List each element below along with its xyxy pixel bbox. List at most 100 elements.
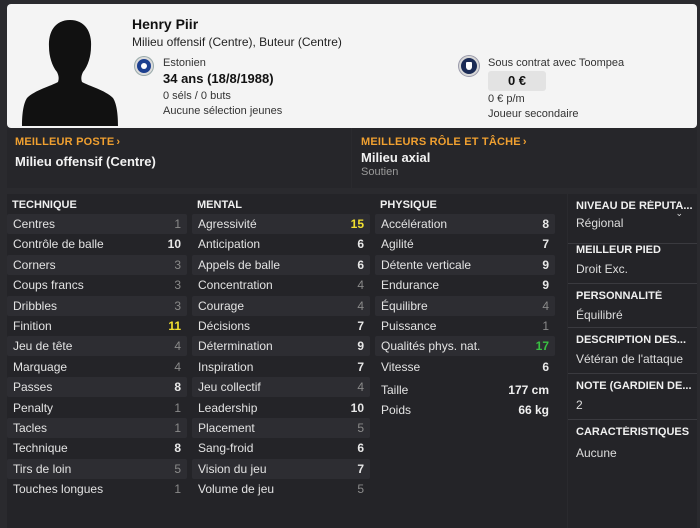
physical-attribute-row[interactable]: Agilité 7 [375,234,555,254]
technical-attribute-row[interactable]: Corners 3 [7,254,187,275]
weight-value: 66 kg [518,403,549,417]
contract-club[interactable]: Sous contrat avec Toompea [488,57,624,69]
attribute-label: Placement [198,421,255,435]
technical-attribute-row[interactable]: Marquage 4 [7,357,187,377]
attribute-label: Contrôle de balle [13,237,104,252]
best-role-title: MEILLEURS RÔLE ET TÂCHE [361,136,521,148]
attribute-label: Décisions [198,319,251,333]
attribute-value: 5 [174,461,181,476]
gk-rating-block: NOTE (GARDIEN DE... 2 [568,374,697,420]
mental-title: MENTAL [197,199,243,211]
height-row: Taille 177 cm [375,380,555,400]
mental-attribute-row[interactable]: Détermination 9 [192,336,370,357]
attribute-label: Volume de jeu [198,482,275,497]
nationality-flag-icon[interactable] [135,57,153,75]
attribute-label: Endurance [381,278,440,293]
mental-attribute-row[interactable]: Leadership 10 [192,398,370,418]
attribute-value: 6 [357,441,364,456]
attribute-label: Équilibre [381,298,428,313]
technical-attribute-row[interactable]: Penalty 1 [7,398,187,418]
attribute-value: 1 [174,217,181,231]
technical-attribute-row[interactable]: Jeu de tête 4 [7,336,187,357]
media-description-block: DESCRIPTION DES... Vétéran de l'attaque [568,328,697,374]
international-caps: 0 séls / 0 buts [163,90,231,102]
best-role-value: Milieu axial [361,150,431,165]
mental-attribute-row[interactable]: Appels de balle 6 [192,254,370,275]
attribute-label: Sang-froid [198,441,254,456]
reputation-value: Régional [576,216,624,230]
attribute-label: Centres [13,217,56,231]
attribute-label: Accélération [381,217,448,231]
technical-attribute-row[interactable]: Touches longues 1 [7,479,187,499]
nationality-label[interactable]: Estonien [163,57,206,69]
attribute-label: Corners [13,257,56,272]
attributes-panel: TECHNIQUE Centres 1 Contrôle de balle 10 Cor… [7,194,567,528]
best-role-link[interactable]: MEILLEURS RÔLE ET TÂCHE › [361,136,527,148]
physical-attribute-row[interactable]: Endurance 9 [375,275,555,295]
technical-attribute-row[interactable]: Centres 1 [7,214,187,234]
attribute-value: 6 [542,359,549,374]
attribute-label: Marquage [13,359,68,374]
youth-caps: Aucune sélection jeunes [163,105,283,117]
physical-attribute-row[interactable]: Détente verticale 9 [375,254,555,275]
club-badge-icon[interactable] [459,56,479,76]
attribute-value: 3 [174,298,181,313]
chevron-right-icon: › [116,136,121,148]
mental-attribute-row[interactable]: Agressivité 15 [192,214,370,234]
personality-title: PERSONNALITÉ [576,290,663,302]
technical-attribute-row[interactable]: Dribbles 3 [7,295,187,316]
best-position-link[interactable]: MEILLEUR POSTE › [15,136,120,148]
mental-attribute-row[interactable]: Volume de jeu 5 [192,479,370,499]
attribute-value: 8 [174,380,181,395]
mental-attribute-row[interactable]: Anticipation 6 [192,234,370,254]
attribute-label: Vitesse [381,359,421,374]
mental-attribute-row[interactable]: Inspiration 7 [192,357,370,377]
attribute-value: 10 [350,400,364,415]
personality-block: PERSONNALITÉ Équilibré [568,284,697,328]
attribute-value: 6 [357,237,364,252]
physical-attribute-row[interactable]: Puissance 1 [375,316,555,336]
attribute-label: Technique [13,441,68,456]
technical-attribute-row[interactable]: Tacles 1 [7,418,187,438]
attribute-label: Puissance [381,319,437,333]
attribute-label: Courage [198,298,245,313]
best-position-title: MEILLEUR POSTE [15,136,115,148]
mental-attribute-row[interactable]: Sang-froid 6 [192,438,370,458]
attribute-label: Finition [13,319,52,333]
physical-attribute-row[interactable]: Équilibre 4 [375,295,555,316]
best-role-panel: MEILLEURS RÔLE ET TÂCHE › Milieu axial So… [352,128,697,188]
attribute-value: 8 [174,441,181,456]
technical-attribute-row[interactable]: Tirs de loin 5 [7,458,187,479]
physical-attribute-row[interactable]: Vitesse 6 [375,357,555,377]
attribute-label: Inspiration [198,359,254,374]
attribute-value: 9 [542,257,549,272]
chevron-down-icon[interactable]: ⌄ [675,208,683,219]
mental-attribute-row[interactable]: Concentration 4 [192,275,370,295]
attribute-label: Jeu de tête [13,339,73,354]
attribute-value: 4 [357,298,364,313]
traits-value: Aucune [576,446,617,460]
attribute-value: 5 [357,421,364,435]
mental-attribute-row[interactable]: Placement 5 [192,418,370,438]
mental-attribute-row[interactable]: Courage 4 [192,295,370,316]
attribute-label: Appels de balle [198,257,281,272]
technical-attribute-row[interactable]: Passes 8 [7,377,187,398]
technical-attribute-row[interactable]: Coups francs 3 [7,275,187,295]
physical-attribute-row[interactable]: Accélération 8 [375,214,555,234]
mental-attribute-row[interactable]: Vision du jeu 7 [192,458,370,479]
technical-attribute-row[interactable]: Contrôle de balle 10 [7,234,187,254]
player-positions: Milieu offensif (Centre), Buteur (Centre… [132,35,342,49]
attribute-label: Passes [13,380,53,395]
attribute-value: 3 [174,257,181,272]
gk-rating-title: NOTE (GARDIEN DE... [576,380,692,392]
technical-attribute-row[interactable]: Technique 8 [7,438,187,458]
technical-attribute-row[interactable]: Finition 11 [7,316,187,336]
reputation-block[interactable]: NIVEAU DE RÉPUTA... ⌄ Régional [568,194,697,244]
attribute-value: 7 [542,237,549,252]
mental-attribute-row[interactable]: Décisions 7 [192,316,370,336]
physical-attribute-row[interactable]: Qualités phys. nat. 17 [375,336,555,357]
chevron-right-icon: › [522,136,527,148]
physical-title: PHYSIQUE [380,199,437,211]
attribute-label: Coups francs [13,278,84,293]
mental-attribute-row[interactable]: Jeu collectif 4 [192,377,370,398]
